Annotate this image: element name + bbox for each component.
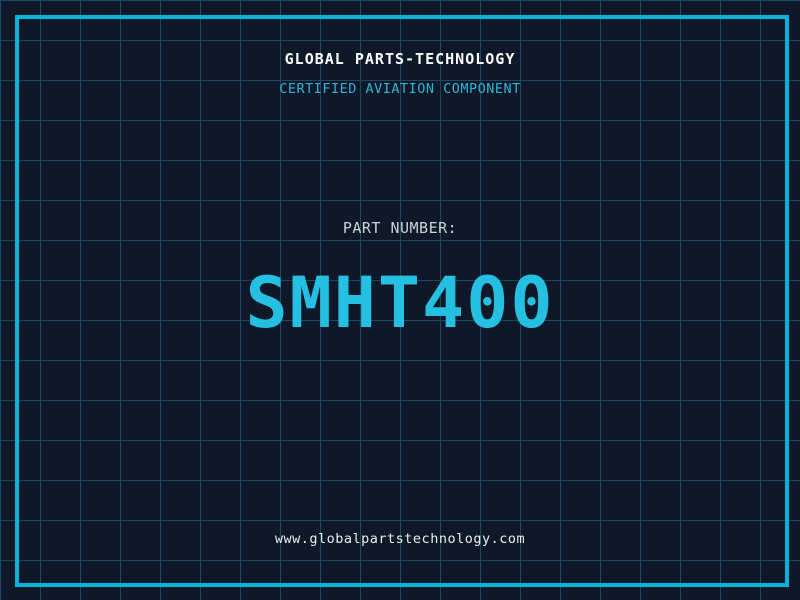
part-number-label: PART NUMBER: xyxy=(342,219,458,237)
company-name: GLOBAL PARTS-TECHNOLOGY xyxy=(284,50,516,68)
display-screen: GLOBAL PARTS-TECHNOLOGY CERTIFIED AVIATI… xyxy=(0,0,800,600)
part-number-value: SMHT400 xyxy=(245,262,555,344)
website-url: www.globalpartstechnology.com xyxy=(274,531,526,547)
certification-line: CERTIFIED AVIATION COMPONENT xyxy=(279,81,521,97)
